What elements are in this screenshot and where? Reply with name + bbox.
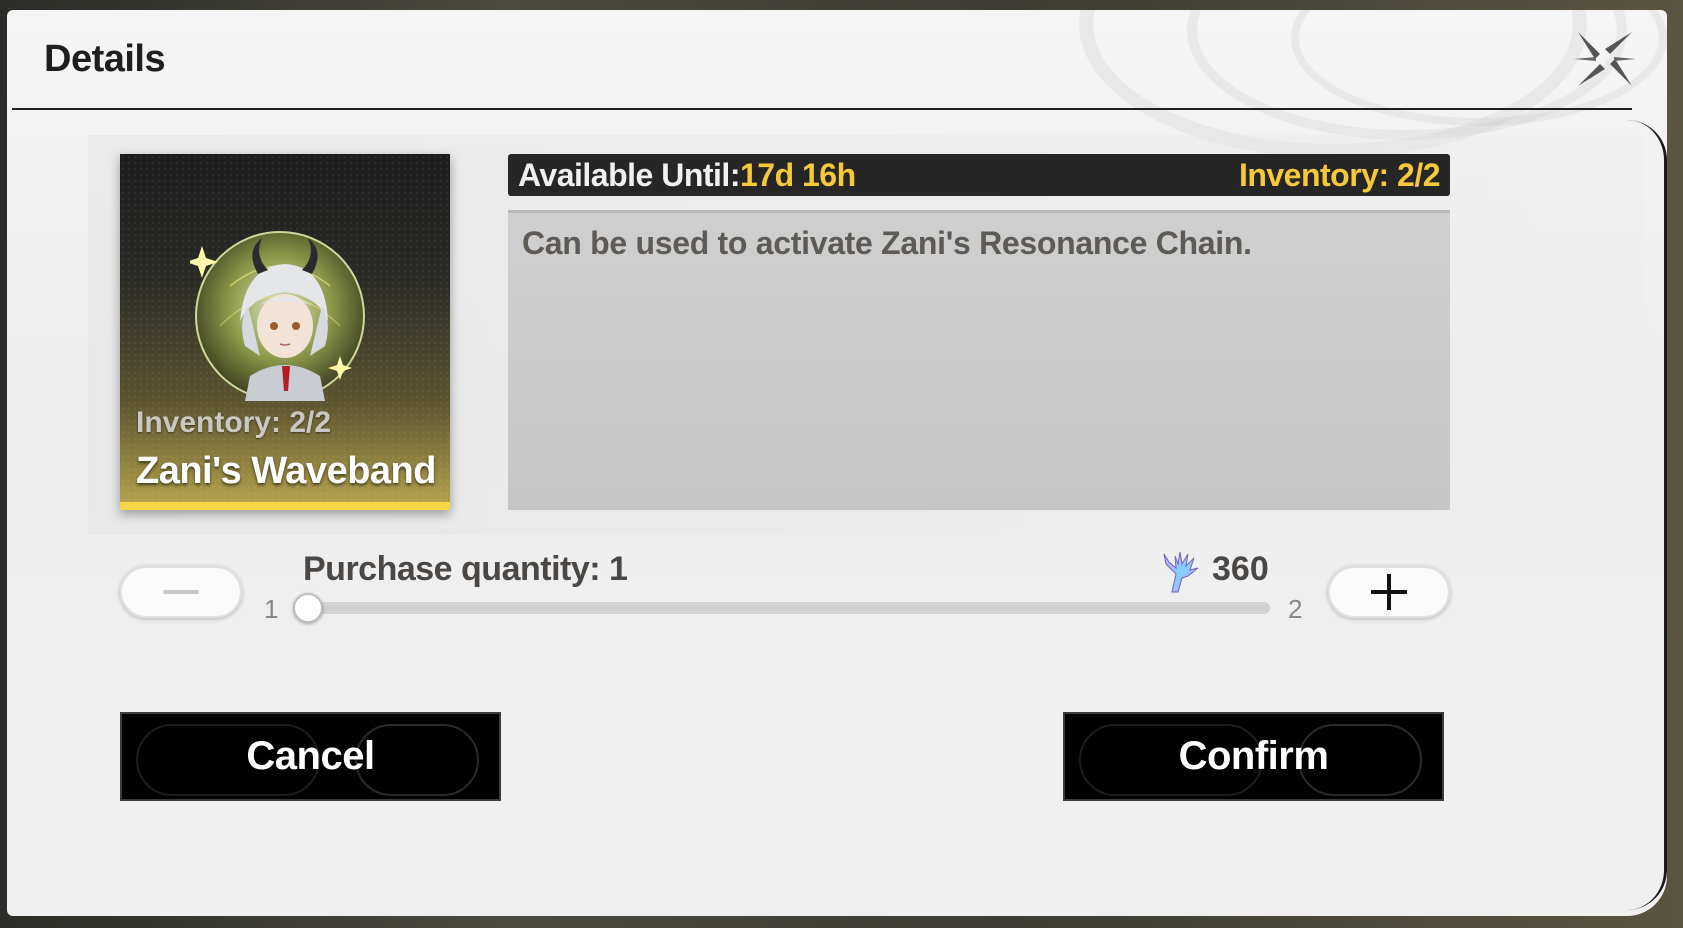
close-x-icon — [1574, 32, 1636, 86]
plus-icon — [1371, 574, 1407, 610]
slider-min-label: 1 — [264, 594, 279, 624]
decrease-quantity-button[interactable] — [120, 566, 242, 618]
increase-quantity-button[interactable] — [1328, 566, 1450, 618]
cancel-button[interactable]: Cancel — [120, 712, 501, 801]
availability-info: Available Until:17d 16h — [518, 157, 856, 194]
cancel-label: Cancel — [246, 734, 375, 778]
description-box: Can be used to activate Zani's Resonance… — [508, 210, 1450, 510]
confirm-button[interactable]: Confirm — [1063, 712, 1444, 801]
card-inventory-count: Inventory: 2/2 — [136, 406, 332, 439]
quantity-slider-thumb[interactable] — [293, 593, 323, 623]
available-label: Available Until: — [518, 156, 740, 193]
header-divider — [12, 108, 1632, 110]
coral-currency-icon — [1163, 551, 1199, 593]
available-timer: 17d 16h — [739, 156, 856, 193]
confirm-label: Confirm — [1178, 734, 1329, 778]
close-button[interactable] — [1570, 24, 1640, 94]
price-value: 360 — [1212, 550, 1269, 588]
purchase-quantity-label: Purchase quantity: 1 — [303, 550, 628, 588]
minus-icon — [163, 590, 199, 594]
item-description: Can be used to activate Zani's Resonance… — [522, 225, 1252, 261]
quantity-slider-track[interactable] — [306, 602, 1270, 614]
slider-max-label: 2 — [1288, 594, 1303, 624]
rarity-bar — [120, 502, 450, 510]
item-card: Inventory: 2/2 Zani's Waveband — [120, 154, 450, 510]
character-portrait-icon — [190, 231, 365, 401]
dialog-title: Details — [44, 38, 166, 80]
inventory-count: Inventory: 2/2 — [1238, 156, 1441, 193]
item-name: Zani's Waveband — [136, 450, 436, 492]
availability-bar: Available Until:17d 16h Inventory: 2/2 — [508, 154, 1450, 196]
